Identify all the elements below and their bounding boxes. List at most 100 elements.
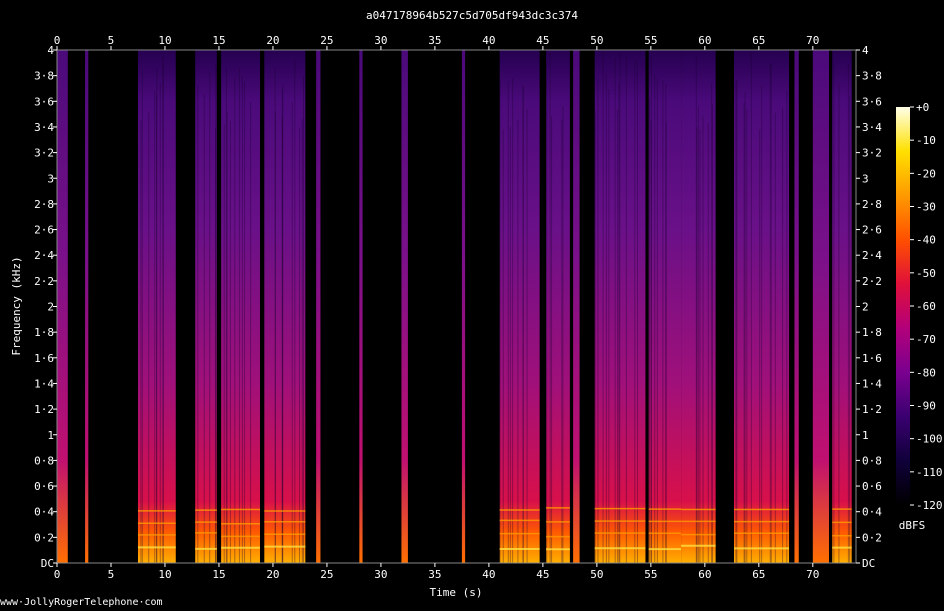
y-tick-label: 1·4 <box>862 377 882 390</box>
x-tick-label: 35 <box>428 568 441 581</box>
colorbar-tick-label: -70 <box>916 333 936 346</box>
y-tick-label: 4 <box>862 44 869 57</box>
y-tick-label: 2·6 <box>34 224 54 237</box>
colorbar-tick-label: -20 <box>916 167 936 180</box>
colorbar-tick-label: -60 <box>916 300 936 313</box>
x-axis-bottom: 0 5 10 15 20 25 30 35 40 45 50 55 60 65 70 <box>54 563 819 581</box>
y-tick-label: 3·6 <box>862 95 882 108</box>
y-tick-label: 2·8 <box>862 198 882 211</box>
active-segment <box>573 50 580 563</box>
y-axis-label: Frequency (kHz) <box>10 256 23 355</box>
y-tick-label: 2 <box>47 301 54 314</box>
y-tick-label: 1·8 <box>34 326 54 339</box>
x-tick-label: 45 <box>536 34 549 47</box>
spectrogram-chart: a047178964b527c5d705df943dc3c374 0 5 10 15 2… <box>10 9 943 599</box>
y-tick-label: 1·2 <box>34 403 54 416</box>
y-tick-label: 2·4 <box>34 249 54 262</box>
x-tick-label: 30 <box>374 34 387 47</box>
x-axis-top: 0 5 10 15 20 25 30 35 40 45 50 55 60 65 70 <box>54 34 819 50</box>
x-tick-label: 0 <box>54 568 61 581</box>
x-tick-label: 25 <box>320 568 333 581</box>
y-tick-label: 1·4 <box>34 377 54 390</box>
colorbar <box>896 107 910 505</box>
y-tick-label: 4 <box>47 44 54 57</box>
x-tick-label: 5 <box>108 34 115 47</box>
y-tick-label: 3·6 <box>34 95 54 108</box>
colorbar-tick-label: -90 <box>916 400 936 413</box>
y-tick-label: 0·2 <box>34 531 54 544</box>
y-tick-label: 2·8 <box>34 198 54 211</box>
x-tick-label: 10 <box>158 568 171 581</box>
colorbar-tick-label: -10 <box>916 134 936 147</box>
colorbar-label: dBFS <box>899 519 926 532</box>
colorbar-tick-label: -50 <box>916 267 936 280</box>
colorbar-tick-label: -80 <box>916 366 936 379</box>
active-segment <box>648 50 682 563</box>
y-tick-label: 1·6 <box>34 352 54 365</box>
y-tick-label: 3 <box>862 172 869 185</box>
x-tick-label: 40 <box>482 34 495 47</box>
x-tick-label: 0 <box>54 34 61 47</box>
y-tick-label: 0·2 <box>862 531 882 544</box>
y-tick-label: 3·4 <box>862 121 882 134</box>
x-tick-label: 15 <box>212 568 225 581</box>
y-tick-label: 2 <box>862 301 869 314</box>
active-segment <box>359 50 363 563</box>
x-tick-label: 65 <box>752 34 765 47</box>
colorbar-tick-label: -110 <box>916 466 943 479</box>
x-axis-label: Time (s) <box>430 586 483 599</box>
x-tick-label: 65 <box>752 568 765 581</box>
x-tick-label: 25 <box>320 34 333 47</box>
y-tick-label: 0·8 <box>34 454 54 467</box>
active-segment <box>85 50 89 563</box>
y-tick-label: 1·6 <box>862 352 882 365</box>
colorbar-tick-label: -120 <box>916 499 943 512</box>
y-tick-label: 3·2 <box>862 147 882 160</box>
y-tick-label: 3·8 <box>862 70 882 83</box>
y-tick-label: 0·4 <box>34 506 54 519</box>
x-tick-label: 70 <box>806 34 819 47</box>
y-tick-label: 1·2 <box>862 403 882 416</box>
colorbar-tick-label: -100 <box>916 433 943 446</box>
y-axis-left: DC 0·2 0·4 0·6 0·8 1 1·2 1·4 1·6 1·8 2 2·2 2·4 2·6 2·8… <box>34 44 57 570</box>
x-tick-label: 50 <box>590 34 603 47</box>
y-tick-label: 3·8 <box>34 70 54 83</box>
x-tick-label: 55 <box>644 568 657 581</box>
x-tick-label: 20 <box>266 568 279 581</box>
x-tick-label: 70 <box>806 568 819 581</box>
active-segment <box>794 50 799 563</box>
x-tick-label: 40 <box>482 568 495 581</box>
y-tick-label: 0·4 <box>862 506 882 519</box>
y-tick-label: 2·2 <box>862 275 882 288</box>
x-tick-label: 60 <box>698 568 711 581</box>
colorbar-ticks: +0 -10 -20 -30 -40 -50 -60 -70 -80 -90 -100 -110 -12… <box>910 101 943 512</box>
y-tick-label: 2·4 <box>862 249 882 262</box>
active-segment <box>499 50 540 563</box>
y-axis-right: DC 0·2 0·4 0·6 0·8 1 1·2 1·4 1·6 1·8 2 2·2 2·4 2·6 2·8… <box>856 44 882 570</box>
y-tick-label: 1 <box>47 429 54 442</box>
active-segment <box>812 50 830 563</box>
y-tick-label: 1·8 <box>862 326 882 339</box>
y-tick-label: 2·2 <box>34 275 54 288</box>
y-tick-label: DC <box>862 557 875 570</box>
active-segment <box>195 50 217 563</box>
y-tick-label: 0·6 <box>34 480 54 493</box>
y-tick-label: 1 <box>862 429 869 442</box>
x-tick-label: 45 <box>536 568 549 581</box>
x-tick-label: 30 <box>374 568 387 581</box>
x-tick-label: 35 <box>428 34 441 47</box>
y-tick-label: 3·4 <box>34 121 54 134</box>
x-tick-label: 15 <box>212 34 225 47</box>
y-tick-label: 3·2 <box>34 147 54 160</box>
y-tick-label: 3 <box>47 172 54 185</box>
chart-title: a047178964b527c5d705df943dc3c374 <box>366 9 578 22</box>
x-tick-label: 20 <box>266 34 279 47</box>
x-tick-label: 50 <box>590 568 603 581</box>
x-tick-label: 5 <box>108 568 115 581</box>
x-tick-label: 55 <box>644 34 657 47</box>
active-segment <box>316 50 321 563</box>
colorbar-tick-label: -30 <box>916 201 936 214</box>
y-tick-label: 0·6 <box>862 480 882 493</box>
y-tick-label: DC <box>41 557 54 570</box>
watermark: www·JollyRogerTelephone·com <box>0 597 163 608</box>
